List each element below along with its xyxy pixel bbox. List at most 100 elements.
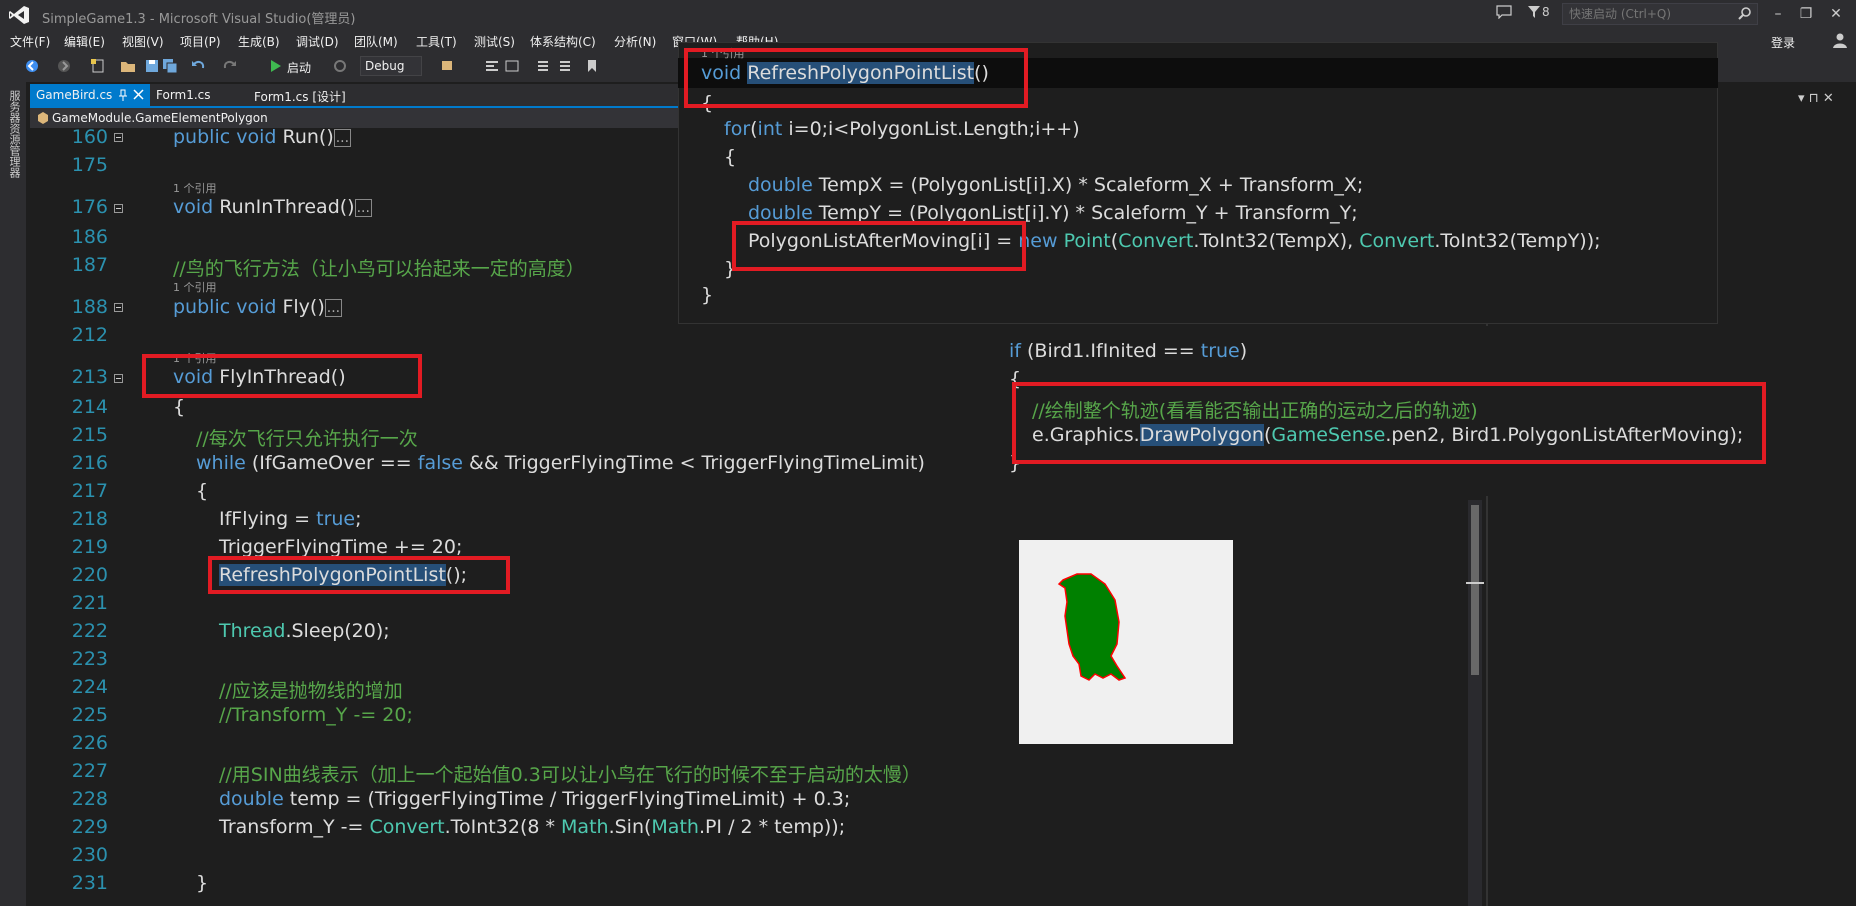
annotation-box-drawpolygon <box>1012 382 1766 464</box>
code-text: IfFlying = <box>219 508 317 530</box>
quick-launch-input[interactable] <box>1562 3 1758 25</box>
code-line: double TempX = (PolygonList[i].X) * Scal… <box>748 174 1363 196</box>
close-window-button[interactable]: ✕ <box>1822 3 1850 25</box>
pin-icon[interactable] <box>118 89 128 101</box>
keyword: true <box>1200 340 1240 362</box>
fold-toggle[interactable] <box>114 374 123 383</box>
visual-studio-logo-icon <box>9 6 29 24</box>
type-name: Thread <box>219 620 286 642</box>
type-name: Math <box>651 816 699 838</box>
bookmark-icon[interactable] <box>584 58 600 74</box>
annotation-box-refresh-call <box>208 556 510 594</box>
menu-view[interactable]: 视图(V) <box>122 33 164 50</box>
open-folder-icon[interactable] <box>120 58 136 74</box>
keyword: int <box>757 118 783 140</box>
collapsed-block-icon[interactable]: ... <box>354 198 372 217</box>
code-text: ( <box>750 118 758 140</box>
method-name: Run() <box>282 126 334 148</box>
keyword: public void <box>173 296 283 318</box>
line-number: 218 <box>71 508 108 530</box>
tab-gamebird-cs[interactable]: GameBird.cs <box>30 84 150 106</box>
code-comment: //Transform_Y -= 20; <box>219 704 413 726</box>
start-debug-button[interactable]: 启动 <box>287 59 311 76</box>
search-icon[interactable] <box>1738 7 1751 20</box>
tab-form1-cs[interactable]: Form1.cs <box>150 84 217 106</box>
code-comment: //每次飞行只允许执行一次 <box>196 428 418 450</box>
fold-toggle[interactable] <box>114 204 123 213</box>
code-text: ) <box>1239 340 1248 362</box>
indent-icon[interactable] <box>534 58 550 74</box>
menu-architecture[interactable]: 体系结构(C) <box>530 33 596 50</box>
step-icon[interactable] <box>484 58 500 74</box>
scroll-position-marker <box>1466 582 1484 584</box>
code-line: while (IfGameOver == false && TriggerFly… <box>196 452 925 474</box>
keyword: double <box>748 174 813 196</box>
codelens-reference[interactable]: 1 个引用 <box>173 279 217 295</box>
annotation-box-assignment <box>732 221 1026 271</box>
server-explorer-tab[interactable]: 服务器资源管理器 <box>6 90 21 178</box>
code-text: .Sin( <box>608 816 652 838</box>
menu-test[interactable]: 测试(S) <box>474 33 515 50</box>
code-line: void RunInThread()... <box>173 196 372 218</box>
find-icon[interactable] <box>440 58 456 74</box>
code-text: temp = (TriggerFlyingTime / TriggerFlyin… <box>283 788 851 810</box>
line-number: 213 <box>71 366 108 388</box>
save-all-icon[interactable] <box>162 58 178 74</box>
line-number: 214 <box>71 396 108 418</box>
redo-icon[interactable] <box>222 58 238 74</box>
refresh-icon[interactable] <box>332 58 348 74</box>
line-number: 222 <box>71 620 108 642</box>
panel-controls[interactable]: ▾ ⊓ ✕ <box>1798 91 1834 106</box>
new-project-icon[interactable] <box>90 58 106 74</box>
line-number: 188 <box>71 296 108 318</box>
keyword: if <box>1009 340 1021 362</box>
menu-build[interactable]: 生成(B) <box>238 33 280 50</box>
code-comment: //鸟的飞行方法（让小鸟可以抬起来一定的高度） <box>173 258 585 280</box>
close-tab-icon[interactable] <box>133 89 144 100</box>
filter-icon[interactable] <box>1528 6 1540 18</box>
menu-tools[interactable]: 工具(T) <box>416 33 457 50</box>
code-line: public void Fly()... <box>173 296 343 318</box>
code-line: } <box>701 284 714 306</box>
annotation-box-method-signature <box>684 48 1028 108</box>
bird-polygon <box>1057 573 1127 681</box>
menu-file[interactable]: 文件(F) <box>10 33 50 50</box>
menu-project[interactable]: 项目(P) <box>180 33 221 50</box>
code-text: (IfGameOver == <box>245 452 418 474</box>
code-line: } <box>196 872 209 894</box>
line-number: 187 <box>71 254 108 276</box>
user-icon[interactable] <box>1832 32 1848 48</box>
start-debug-icon[interactable] <box>268 58 284 74</box>
maximize-button[interactable]: ❐ <box>1792 3 1820 25</box>
line-number: 186 <box>71 226 108 248</box>
fold-toggle[interactable] <box>114 303 123 312</box>
outdent-icon[interactable] <box>558 58 574 74</box>
menu-team[interactable]: 团队(M) <box>354 33 398 50</box>
undo-icon[interactable] <box>190 58 206 74</box>
scrollbar-thumb[interactable] <box>1471 505 1479 675</box>
menu-debug[interactable]: 调试(D) <box>296 33 339 50</box>
tab-form1-designer[interactable]: Form1.cs [设计] <box>248 84 352 106</box>
code-line: Transform_Y -= Convert.ToInt32(8 * Math.… <box>219 816 845 838</box>
solution-config-select[interactable]: Debug <box>360 56 422 76</box>
menu-edit[interactable]: 编辑(E) <box>64 33 105 50</box>
nav-class-path[interactable]: GameModule.GameElementPolygon <box>52 111 268 125</box>
collapsed-block-icon[interactable]: ... <box>324 298 343 317</box>
notification-icon[interactable] <box>1496 5 1512 19</box>
back-icon[interactable] <box>24 58 40 74</box>
type-name: Convert <box>1359 230 1435 252</box>
code-line: Thread.Sleep(20); <box>219 620 390 642</box>
codelens-reference[interactable]: 1 个引用 <box>173 180 217 196</box>
menu-analyze[interactable]: 分析(N) <box>614 33 656 50</box>
fold-toggle[interactable] <box>114 133 123 142</box>
forward-icon[interactable] <box>56 58 72 74</box>
format-icon[interactable] <box>504 58 520 74</box>
minimize-button[interactable]: – <box>1764 3 1792 25</box>
collapsed-block-icon[interactable]: ... <box>333 128 352 147</box>
line-number: 176 <box>71 196 108 218</box>
code-text: .PI / 2 * temp)); <box>698 816 846 838</box>
method-name: Fly() <box>282 296 325 318</box>
login-link[interactable]: 登录 <box>1771 34 1795 51</box>
save-icon[interactable] <box>144 58 160 74</box>
code-line: { <box>724 146 737 168</box>
